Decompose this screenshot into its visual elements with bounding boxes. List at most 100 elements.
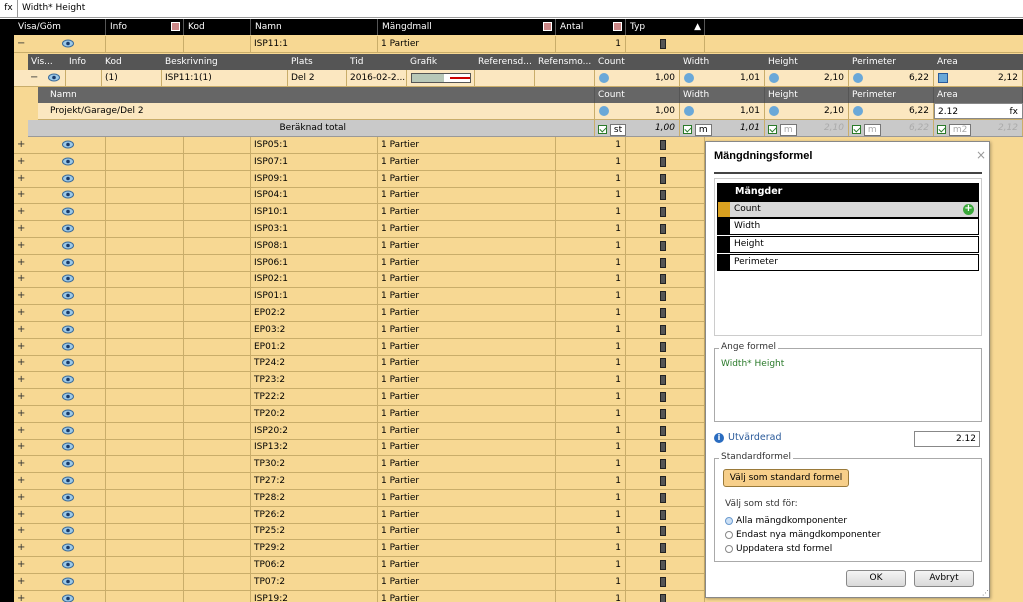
height-cell[interactable]: 2,10	[765, 70, 849, 86]
resize-grip-icon[interactable]: ⋰	[982, 589, 989, 597]
eye-icon[interactable]	[62, 325, 74, 334]
subcol-beskrivning[interactable]: Beskrivning	[162, 54, 288, 70]
eye-icon[interactable]	[62, 459, 74, 468]
set-standard-button[interactable]: Välj som standard formel	[723, 469, 849, 487]
fx-button[interactable]: fx	[1010, 104, 1019, 118]
detail-perimeter-cell[interactable]: 6,22	[849, 103, 934, 119]
subcol-area[interactable]: Area	[934, 54, 1023, 70]
table-row-expanded[interactable]: − ISP11:1 1 Partier 1	[14, 36, 1023, 53]
radio-update-std[interactable]: Uppdatera std formel	[725, 544, 832, 554]
eye-icon[interactable]	[62, 358, 74, 367]
eye-icon[interactable]	[62, 409, 74, 418]
col-kod[interactable]: Kod	[184, 19, 251, 35]
detail-count-cell[interactable]: 1,00	[595, 103, 680, 119]
subcol-height[interactable]: Height	[765, 54, 849, 70]
radio-all[interactable]: Alla mängdkomponenter	[725, 516, 847, 526]
width-cell[interactable]: 1,01	[680, 70, 765, 86]
col-namn[interactable]: Namn	[251, 19, 378, 35]
total-height-cell[interactable]: m 2,10	[765, 120, 849, 136]
detail-width-cell[interactable]: 1,01	[680, 103, 765, 119]
eye-icon[interactable]	[62, 560, 74, 569]
eye-icon[interactable]	[62, 426, 74, 435]
quantity-item-height[interactable]: Height	[717, 236, 979, 253]
subcol-vis[interactable]: Vis...	[28, 54, 66, 70]
eye-icon[interactable]	[62, 594, 74, 602]
eye-icon[interactable]	[62, 274, 74, 283]
eye-icon[interactable]	[62, 308, 74, 317]
area-cell[interactable]: 2,12	[934, 70, 1023, 86]
subcol-grafik[interactable]: Grafik	[407, 54, 475, 70]
eye-icon[interactable]	[62, 140, 74, 149]
quantity-item-width[interactable]: Width	[717, 218, 979, 235]
col-visa[interactable]: Visa/Göm	[14, 19, 106, 35]
filter-icon[interactable]	[543, 22, 552, 31]
area-edit-field[interactable]: 2.12 fx	[934, 103, 1023, 119]
add-icon[interactable]: +	[963, 204, 974, 215]
ok-button[interactable]: OK	[846, 570, 906, 587]
formula-textarea[interactable]: Width* Height	[721, 359, 784, 369]
eye-icon[interactable]	[62, 224, 74, 233]
quantity-item-count[interactable]: Count +	[717, 201, 979, 218]
total-area-cell[interactable]: m2 2,12	[934, 120, 1023, 136]
subgrid-row[interactable]: − (1) ISP11:1(1) Del 2 2016-02-2... 1,00…	[14, 70, 1023, 87]
unit-dropdown[interactable]: m2	[948, 123, 972, 136]
col-info[interactable]: Info	[106, 19, 184, 35]
detcol-area[interactable]: Area	[934, 87, 1023, 103]
subcol-tid[interactable]: Tid	[347, 54, 407, 70]
detcol-count[interactable]: Count	[595, 87, 680, 103]
subcol-refensmo[interactable]: Refensmo...	[535, 54, 595, 70]
eye-icon[interactable]	[62, 375, 74, 384]
detcol-perimeter[interactable]: Perimeter	[849, 87, 934, 103]
total-count-cell[interactable]: st 1,00	[595, 120, 680, 136]
total-width-cell[interactable]: m 1,01	[680, 120, 765, 136]
subcol-perimeter[interactable]: Perimeter	[849, 54, 934, 70]
filter-icon[interactable]	[171, 22, 180, 31]
radio-icon[interactable]	[725, 530, 733, 539]
detcol-namn[interactable]: Namn	[38, 87, 595, 103]
unit-dropdown[interactable]: m	[863, 123, 881, 136]
eye-icon[interactable]	[62, 476, 74, 485]
eye-icon[interactable]	[62, 291, 74, 300]
detail-height-cell[interactable]: 2,10	[765, 103, 849, 119]
radio-selected-icon[interactable]	[725, 516, 733, 525]
subcol-referensd[interactable]: Referensd...	[475, 54, 535, 70]
close-icon[interactable]: ×	[976, 148, 986, 162]
perimeter-cell[interactable]: 6,22	[849, 70, 934, 86]
eye-icon[interactable]	[62, 510, 74, 519]
eye-icon[interactable]	[62, 190, 74, 199]
detcol-width[interactable]: Width	[680, 87, 765, 103]
eye-icon[interactable]	[62, 442, 74, 451]
subcol-count[interactable]: Count	[595, 54, 680, 70]
eye-icon[interactable]	[62, 241, 74, 250]
detcol-height[interactable]: Height	[765, 87, 849, 103]
unit-dropdown[interactable]: m	[779, 123, 797, 136]
checkbox-icon[interactable]	[683, 125, 692, 134]
eye-icon[interactable]	[62, 526, 74, 535]
eye-icon[interactable]	[62, 342, 74, 351]
radio-new-only[interactable]: Endast nya mängdkomponenter	[725, 530, 881, 540]
checkbox-icon[interactable]	[852, 125, 861, 134]
eye-icon[interactable]	[62, 577, 74, 586]
checkbox-icon[interactable]	[937, 125, 946, 134]
checkbox-icon[interactable]	[768, 125, 777, 134]
quantity-item-perimeter[interactable]: Perimeter	[717, 254, 979, 271]
unit-dropdown[interactable]: st	[609, 123, 627, 136]
subcol-kod[interactable]: Kod	[102, 54, 162, 70]
checkbox-icon[interactable]	[598, 125, 607, 134]
cancel-button[interactable]: Avbryt	[914, 570, 974, 587]
subcol-width[interactable]: Width	[680, 54, 765, 70]
filter-icon[interactable]	[613, 22, 622, 31]
eye-icon[interactable]	[62, 543, 74, 552]
count-cell[interactable]: 1,00	[595, 70, 680, 86]
eye-icon[interactable]	[48, 73, 60, 82]
formula-input[interactable]: Width* Height	[22, 0, 85, 17]
col-antal[interactable]: Antal	[556, 19, 626, 35]
detail-row[interactable]: Projekt/Garage/Del 2 1,00 1,01 2,10 6,22…	[38, 103, 1023, 120]
radio-icon[interactable]	[725, 544, 733, 553]
eye-icon[interactable]	[62, 493, 74, 502]
eye-icon[interactable]	[62, 207, 74, 216]
eye-icon[interactable]	[62, 392, 74, 401]
eye-icon[interactable]	[62, 174, 74, 183]
eye-icon[interactable]	[62, 157, 74, 166]
eye-icon[interactable]	[62, 258, 74, 267]
